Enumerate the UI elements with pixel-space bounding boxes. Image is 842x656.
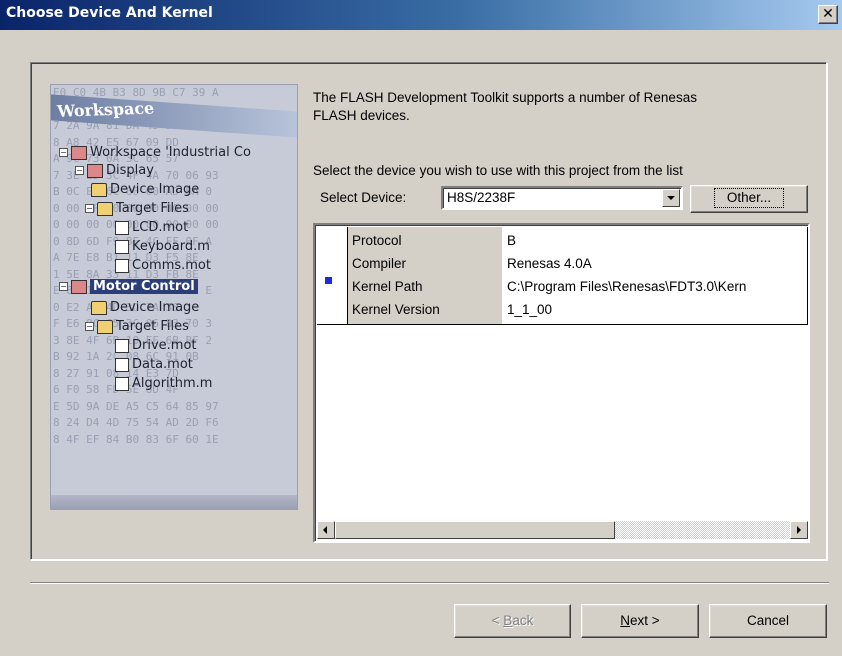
next-button-accel: N xyxy=(620,613,631,628)
tree-node-label: Target Files xyxy=(116,201,189,216)
device-combobox-value: H8S/2238F xyxy=(447,190,516,205)
file-icon xyxy=(115,376,129,391)
next-button[interactable]: Next > xyxy=(581,604,699,638)
project-icon xyxy=(87,163,103,178)
folder-icon xyxy=(91,182,107,197)
cancel-button-label: Cancel xyxy=(746,613,790,628)
other-button[interactable]: Other... xyxy=(690,185,808,213)
scroll-right-icon[interactable] xyxy=(790,521,808,539)
device-properties-item[interactable]: Protocol B Compiler Renesas 4.0A Kernel Path… xyxy=(317,227,808,325)
chevron-down-icon[interactable] xyxy=(662,189,680,207)
tree-node: LCD.mot xyxy=(115,220,188,235)
property-value: C:\Program Files\Renesas\FDT3.0\Kern xyxy=(507,279,747,294)
file-icon xyxy=(115,220,129,235)
property-key: Protocol xyxy=(352,233,402,248)
tree-node: Algorithm.m xyxy=(115,376,212,391)
project-icon xyxy=(71,145,87,160)
property-row: Kernel Version 1_1_00 xyxy=(347,300,808,320)
window-title: Choose Device And Kernel xyxy=(6,5,213,21)
tree-collapse-icon: − xyxy=(85,204,94,213)
file-icon xyxy=(115,357,129,372)
back-button-accel: B xyxy=(503,613,513,628)
property-value: B xyxy=(507,233,517,248)
intro-line-1: The FLASH Development Toolkit supports a… xyxy=(313,90,697,105)
tree-node-label: Display xyxy=(106,163,154,178)
device-combobox[interactable]: H8S/2238F xyxy=(441,186,683,210)
tree-node-label: Device Image xyxy=(110,300,200,315)
bullet-icon xyxy=(325,277,332,284)
select-prompt: Select the device you wish to use with t… xyxy=(313,163,683,178)
separator xyxy=(30,582,829,584)
back-button[interactable]: < Back xyxy=(454,604,571,638)
hex-line: E 5D 9A DE A5 C5 64 85 97 xyxy=(53,399,219,413)
tree-collapse-icon: − xyxy=(85,322,94,331)
tree-node-label: Data.mot xyxy=(132,357,193,372)
intro-text: The FLASH Development Toolkit supports a… xyxy=(313,89,813,125)
tree-collapse-icon: − xyxy=(59,282,68,291)
property-row: Kernel Path C:\Program Files\Renesas\FDT3… xyxy=(347,277,808,297)
tree-node-label: Keyboard.m xyxy=(132,239,210,254)
workspace-illustration: E0 C0 4B B3 8D 9B C7 39 AA6 D6 B1 40 DA … xyxy=(50,84,298,510)
close-button[interactable]: ✕ xyxy=(818,5,838,24)
tree-node: − Workspace 'Industrial Co xyxy=(59,145,251,160)
tree-node: Device Image xyxy=(91,182,199,197)
project-icon xyxy=(71,279,87,294)
hex-line: 8 24 D4 4D 75 54 AD 2D F6 xyxy=(53,416,219,429)
next-button-rest: ext > xyxy=(630,613,660,628)
property-row: Protocol B xyxy=(347,231,808,251)
select-device-label: Select Device: xyxy=(320,190,407,205)
tree-node-label: Drive.mot xyxy=(132,338,197,353)
tree-node: Keyboard.m xyxy=(115,239,210,254)
tree-node-label: Algorithm.m xyxy=(132,376,213,391)
property-row: Compiler Renesas 4.0A xyxy=(347,254,808,274)
tree-node: Comms.mot xyxy=(115,258,211,273)
tree-node-label: Motor Control xyxy=(90,279,198,294)
property-value: 1_1_00 xyxy=(507,302,553,317)
tree-node: − Motor Control xyxy=(59,279,198,294)
tree-node: − Target Files xyxy=(85,319,189,334)
tree-node: − Target Files xyxy=(85,201,189,216)
hex-line: 8 4F EF 84 B0 83 6F 60 1E xyxy=(53,432,219,446)
tree-collapse-icon: − xyxy=(59,148,68,157)
intro-line-2: FLASH devices. xyxy=(313,108,410,123)
tree-node-label: Target Files xyxy=(116,319,189,334)
tree-node: Drive.mot xyxy=(115,338,197,353)
file-icon xyxy=(115,258,129,273)
property-key: Kernel Path xyxy=(352,279,423,294)
workspace-header-label: Workspace xyxy=(56,98,156,121)
back-button-rest: ack xyxy=(512,613,534,628)
tree-node-label: Comms.mot xyxy=(132,258,211,273)
file-icon xyxy=(115,338,129,353)
tree-node: − Display xyxy=(75,163,154,178)
cancel-button[interactable]: Cancel xyxy=(709,604,827,638)
tree-collapse-icon: − xyxy=(75,166,84,175)
device-list[interactable]: Protocol B Compiler Renesas 4.0A Kernel Path… xyxy=(313,223,810,543)
scroll-thumb[interactable] xyxy=(335,521,615,539)
close-icon: ✕ xyxy=(822,6,834,22)
folder-icon xyxy=(97,319,113,334)
horizontal-scrollbar[interactable] xyxy=(317,521,808,539)
property-key: Kernel Version xyxy=(352,302,440,317)
scroll-left-icon[interactable] xyxy=(317,521,335,539)
illustration-edge xyxy=(51,495,297,509)
folder-icon xyxy=(91,300,107,315)
other-button-label: Other... xyxy=(713,188,785,208)
tree-node: Device Image xyxy=(91,300,199,315)
file-icon xyxy=(115,239,129,254)
folder-icon xyxy=(97,201,113,216)
title-bar[interactable]: Choose Device And Kernel ✕ xyxy=(0,0,842,30)
property-value: Renesas 4.0A xyxy=(507,256,592,271)
tree-node-label: LCD.mot xyxy=(132,220,189,235)
back-button-prefix: < xyxy=(491,613,504,628)
tree-node-label: Device Image xyxy=(110,182,200,197)
tree-node-label: Workspace 'Industrial Co xyxy=(90,145,251,160)
tree-node: Data.mot xyxy=(115,357,193,372)
property-key: Compiler xyxy=(352,256,407,271)
